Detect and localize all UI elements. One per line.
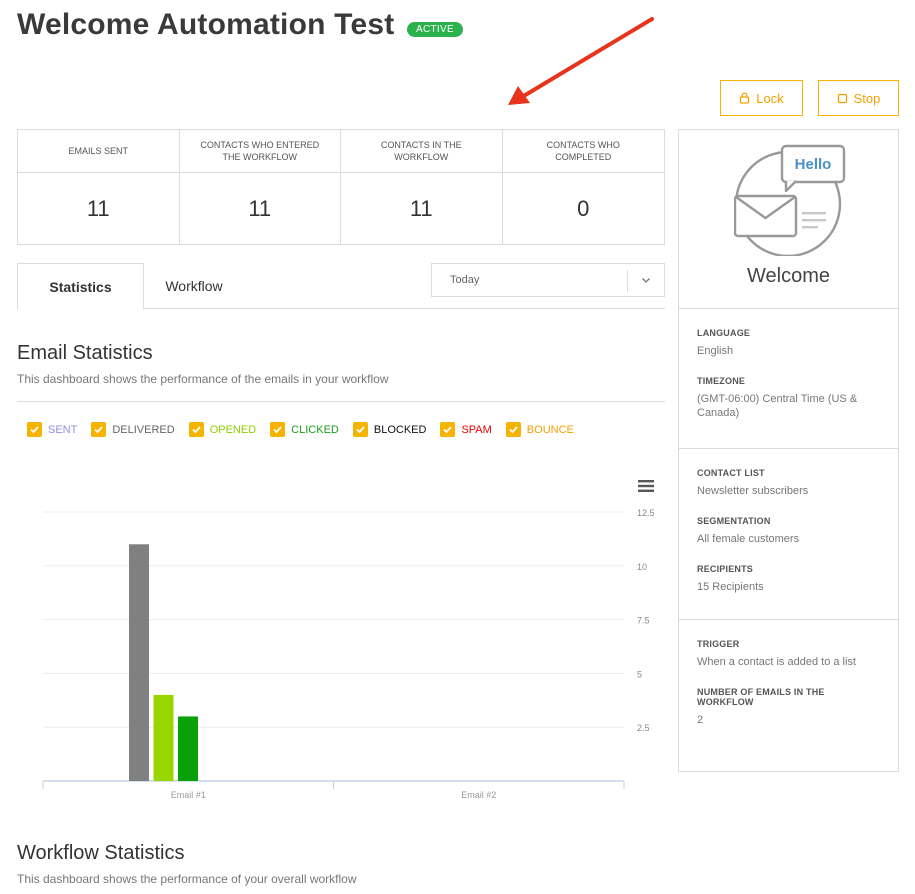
- legend-item-delivered[interactable]: DELIVERED: [91, 422, 175, 437]
- chart-legend: SENT DELIVERED OPENED CLICKED BLOCKED SP…: [27, 422, 574, 437]
- language-value: English: [697, 345, 734, 357]
- legend-item-blocked[interactable]: BLOCKED: [352, 422, 427, 437]
- stat-value: 11: [409, 195, 433, 221]
- contact-list-value: Newsletter subscribers: [697, 485, 809, 497]
- checkbox-icon: [270, 422, 286, 437]
- email-statistics-subtitle: This dashboard shows the performance of …: [17, 372, 389, 386]
- section-divider: [17, 401, 665, 402]
- workflow-statistics-title: Workflow Statistics: [17, 842, 185, 864]
- legend-item-bounce[interactable]: BOUNCE: [505, 422, 574, 437]
- stat-contacts-entered: CONTACTS WHO ENTERED THE WORKFLOW 11: [179, 130, 341, 244]
- checkbox-icon: [91, 422, 107, 437]
- checkbox-icon: [188, 422, 204, 437]
- stat-label: CONTACTS WHO COMPLETED: [502, 130, 664, 173]
- legend-label: BOUNCE: [526, 423, 574, 436]
- stop-button[interactable]: Stop: [818, 80, 899, 116]
- timezone-value: (GMT-06:00) Central Time (US & Canada): [697, 393, 858, 419]
- bar-delivered: [129, 544, 149, 781]
- welcome-hero: Hello Welcome: [679, 130, 898, 309]
- email-statistics-title: Email Statistics: [17, 342, 153, 364]
- stat-value: 11: [86, 195, 110, 221]
- recipients-value: 15 Recipients: [697, 581, 764, 593]
- stat-contacts-in-workflow: CONTACTS IN THE WORKFLOW 11: [341, 130, 503, 244]
- stop-button-label: Stop: [853, 90, 881, 106]
- y-tick-label: 5: [637, 669, 642, 679]
- y-tick-label: 10: [637, 562, 647, 572]
- select-divider: [627, 270, 628, 292]
- workflow-statistics-subtitle: This dashboard shows the performance of …: [17, 872, 357, 886]
- timezone-label: TIMEZONE: [697, 376, 746, 386]
- workflow-info-panel: Hello Welcome LANGUAGE English TIMEZONE …: [678, 129, 899, 772]
- segmentation-label: SEGMENTATION: [697, 516, 771, 526]
- tab-statistics[interactable]: Statistics: [17, 263, 144, 310]
- legend-label: SENT: [48, 423, 78, 436]
- num-emails-label: NUMBER OF EMAILS IN THE WORKFLOW: [697, 687, 825, 707]
- lock-icon: [740, 92, 750, 104]
- stat-label: CONTACTS WHO ENTERED THE WORKFLOW: [179, 130, 340, 173]
- y-tick-label: 12.5: [637, 508, 655, 518]
- legend-label: BLOCKED: [373, 423, 427, 436]
- lock-button-label: Lock: [756, 90, 784, 106]
- recipients-label: RECIPIENTS: [697, 564, 754, 574]
- lock-button[interactable]: Lock: [720, 80, 803, 116]
- y-tick-label: 7.5: [637, 616, 650, 626]
- legend-label: CLICKED: [291, 423, 339, 436]
- legend-item-spam[interactable]: SPAM: [440, 422, 492, 437]
- legend-label: DELIVERED: [112, 423, 175, 436]
- legend-item-clicked[interactable]: CLICKED: [270, 422, 339, 437]
- stat-value: 11: [248, 195, 272, 221]
- trigger-value: When a contact is added to a list: [697, 656, 856, 668]
- email-statistics-chart: 2.5 5 7.5 10 12.5 Email #1 Email #2: [42, 508, 655, 800]
- language-label: LANGUAGE: [697, 328, 751, 338]
- date-range-select[interactable]: Today: [431, 263, 665, 297]
- stat-label: CONTACTS IN THE WORKFLOW: [341, 130, 502, 173]
- checkbox-icon: [27, 422, 42, 437]
- stat-label: EMAILS SENT: [18, 130, 179, 173]
- welcome-email-illustration-icon: Hello: [734, 144, 846, 256]
- checkbox-icon: [505, 422, 521, 437]
- audience-section: CONTACT LIST Newsletter subscribers SEGM…: [679, 449, 898, 620]
- contact-list-label: CONTACT LIST: [697, 468, 765, 478]
- tab-workflow[interactable]: Workflow: [144, 263, 244, 309]
- stat-contacts-completed: CONTACTS WHO COMPLETED 0: [502, 130, 664, 244]
- legend-label: OPENED: [209, 423, 257, 436]
- hero-title: Welcome: [747, 265, 830, 287]
- locale-section: LANGUAGE English TIMEZONE (GMT-06:00) Ce…: [679, 309, 898, 449]
- legend-item-opened[interactable]: OPENED: [188, 422, 257, 437]
- stats-grid: EMAILS SENT 11 CONTACTS WHO ENTERED THE …: [17, 129, 665, 245]
- legend-item-sent[interactable]: SENT: [27, 422, 77, 437]
- segmentation-value: All female customers: [697, 533, 800, 545]
- stop-icon: [837, 93, 847, 103]
- num-emails-value: 2: [697, 714, 704, 726]
- checkbox-icon: [352, 422, 368, 437]
- hero-bubble-text: Hello: [795, 156, 832, 173]
- chevron-down-icon: [642, 278, 650, 283]
- bar-opened: [153, 694, 174, 781]
- stat-value: 0: [577, 195, 590, 221]
- stat-emails-sent: EMAILS SENT 11: [18, 130, 180, 244]
- trigger-label: TRIGGER: [697, 639, 740, 649]
- checkbox-icon: [440, 422, 456, 437]
- legend-label: SPAM: [461, 423, 492, 436]
- y-tick-label: 2.5: [637, 723, 650, 733]
- trigger-section: TRIGGER When a contact is added to a lis…: [679, 620, 898, 727]
- bar-clicked: [178, 716, 198, 781]
- x-tick-label: Email #1: [171, 790, 206, 800]
- x-tick-label: Email #2: [461, 790, 496, 800]
- tab-bar: Statistics Workflow Today: [17, 263, 665, 310]
- date-range-value: Today: [450, 274, 480, 286]
